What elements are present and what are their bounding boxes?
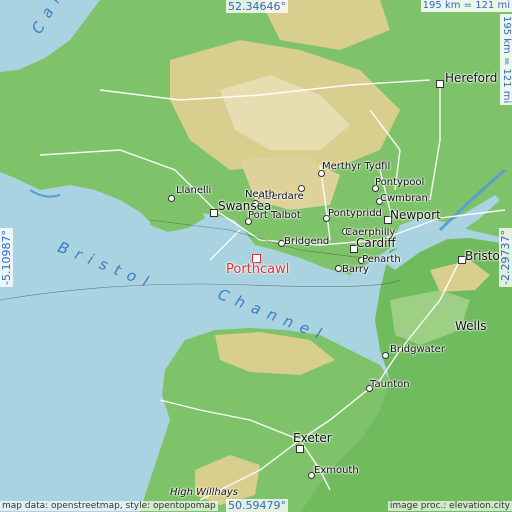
coord-left: -5.10987° [0,228,13,287]
cardiff-label[interactable]: Cardiff [356,237,396,249]
exmouth-label[interactable]: Exmouth [314,466,359,476]
pontypool-label[interactable]: Pontypool [375,178,424,188]
map-credit: map data: openstreetmap, style: opentopo… [0,501,218,511]
newport-label[interactable]: Newport [390,209,441,221]
barry-label[interactable]: Barry [342,265,369,275]
exeter-marker [296,445,304,453]
scale-horizontal: 195 km = 121 mi [420,0,512,12]
barry-marker [335,265,342,272]
pontypridd-label[interactable]: Pontypridd [328,209,382,219]
hereford-marker [436,80,444,88]
taunton-label[interactable]: Taunton [370,380,410,390]
coord-right: -2.29737° [499,228,512,287]
bristol-label[interactable]: Bristo [465,250,500,262]
llanelli-marker [168,195,175,202]
swansea-marker [210,209,218,217]
coord-top: 52.34646° [226,0,288,13]
bridgwater-label[interactable]: Bridgwater [390,345,445,355]
coord-bottom: 50.59479° [226,499,288,512]
porthcawl-label[interactable]: Porthcawl [226,262,289,277]
map-canvas[interactable]: Card Bristol Channel Hereford Merthyr Ty… [0,0,512,512]
high-willhays-label[interactable]: High Willhays [170,488,238,498]
hereford-label[interactable]: Hereford [445,72,497,84]
wells-label[interactable]: Wells [455,320,486,332]
image-credit: image proc.: elevation.city [387,501,512,511]
scale-vertical: 195 km = 121 mi [500,14,512,106]
exeter-label[interactable]: Exeter [293,432,332,444]
bridgend-label[interactable]: Bridgend [284,237,329,247]
bridgwater-marker [382,352,389,359]
llanelli-label[interactable]: Llanelli [176,186,211,196]
port-talbot-label[interactable]: Port Talbot [248,211,301,221]
cwmbran-label[interactable]: Cwmbran [380,194,428,204]
merthyr-label[interactable]: Merthyr Tydfil [322,162,390,172]
